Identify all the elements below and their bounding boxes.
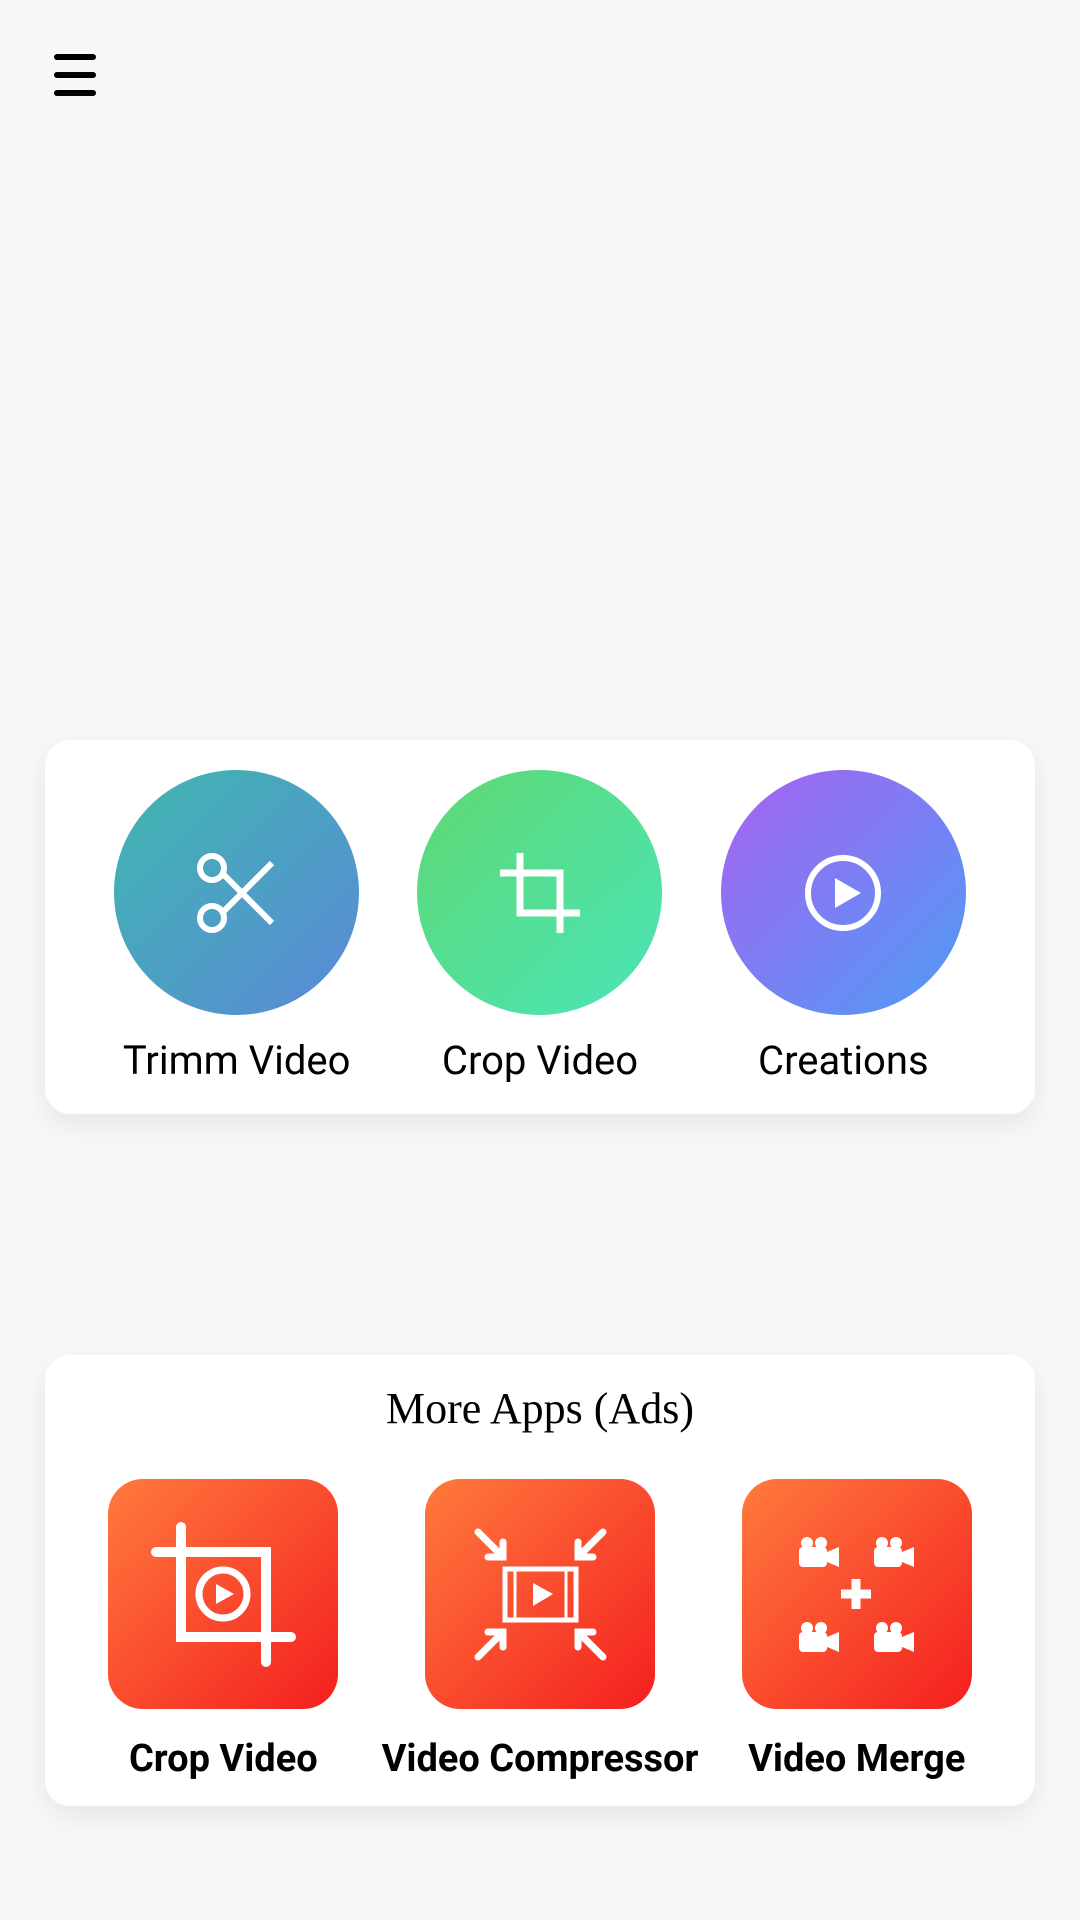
more-apps-title: More Apps (Ads) [65, 1383, 1015, 1434]
hamburger-icon [54, 90, 96, 96]
main-actions-card: Trimm Video Crop Video Creations [45, 740, 1035, 1114]
trim-video-button[interactable]: Trimm Video [85, 770, 388, 1084]
crop-icon [490, 843, 590, 943]
trim-video-circle [114, 770, 359, 1015]
play-circle-icon [793, 843, 893, 943]
trim-video-label: Trimm Video [123, 1037, 351, 1084]
ad-video-compressor-button[interactable]: Video Compressor [382, 1479, 699, 1781]
hamburger-icon [54, 72, 96, 78]
merge-icon [769, 1507, 944, 1682]
creations-circle [721, 770, 966, 1015]
ad-crop-video-label: Crop Video [129, 1737, 318, 1781]
ad-video-merge-button[interactable]: Video Merge [698, 1479, 1015, 1781]
scissors-icon [187, 843, 287, 943]
crop-play-icon [136, 1507, 311, 1682]
compress-icon [453, 1507, 628, 1682]
more-apps-card: More Apps (Ads) Crop Video [45, 1355, 1035, 1806]
ad-merge-icon-bg [742, 1479, 972, 1709]
crop-video-label: Crop Video [442, 1037, 638, 1084]
ad-merge-label: Video Merge [748, 1737, 965, 1781]
crop-video-circle [417, 770, 662, 1015]
ad-compressor-label: Video Compressor [382, 1737, 699, 1781]
hamburger-menu-button[interactable] [45, 45, 105, 105]
ad-compressor-icon-bg [425, 1479, 655, 1709]
ad-crop-video-icon-bg [108, 1479, 338, 1709]
more-apps-row: Crop Video [65, 1479, 1015, 1781]
creations-button[interactable]: Creations [692, 770, 995, 1084]
hamburger-icon [54, 54, 96, 60]
creations-label: Creations [758, 1037, 929, 1084]
crop-video-button[interactable]: Crop Video [388, 770, 691, 1084]
ad-crop-video-button[interactable]: Crop Video [65, 1479, 382, 1781]
